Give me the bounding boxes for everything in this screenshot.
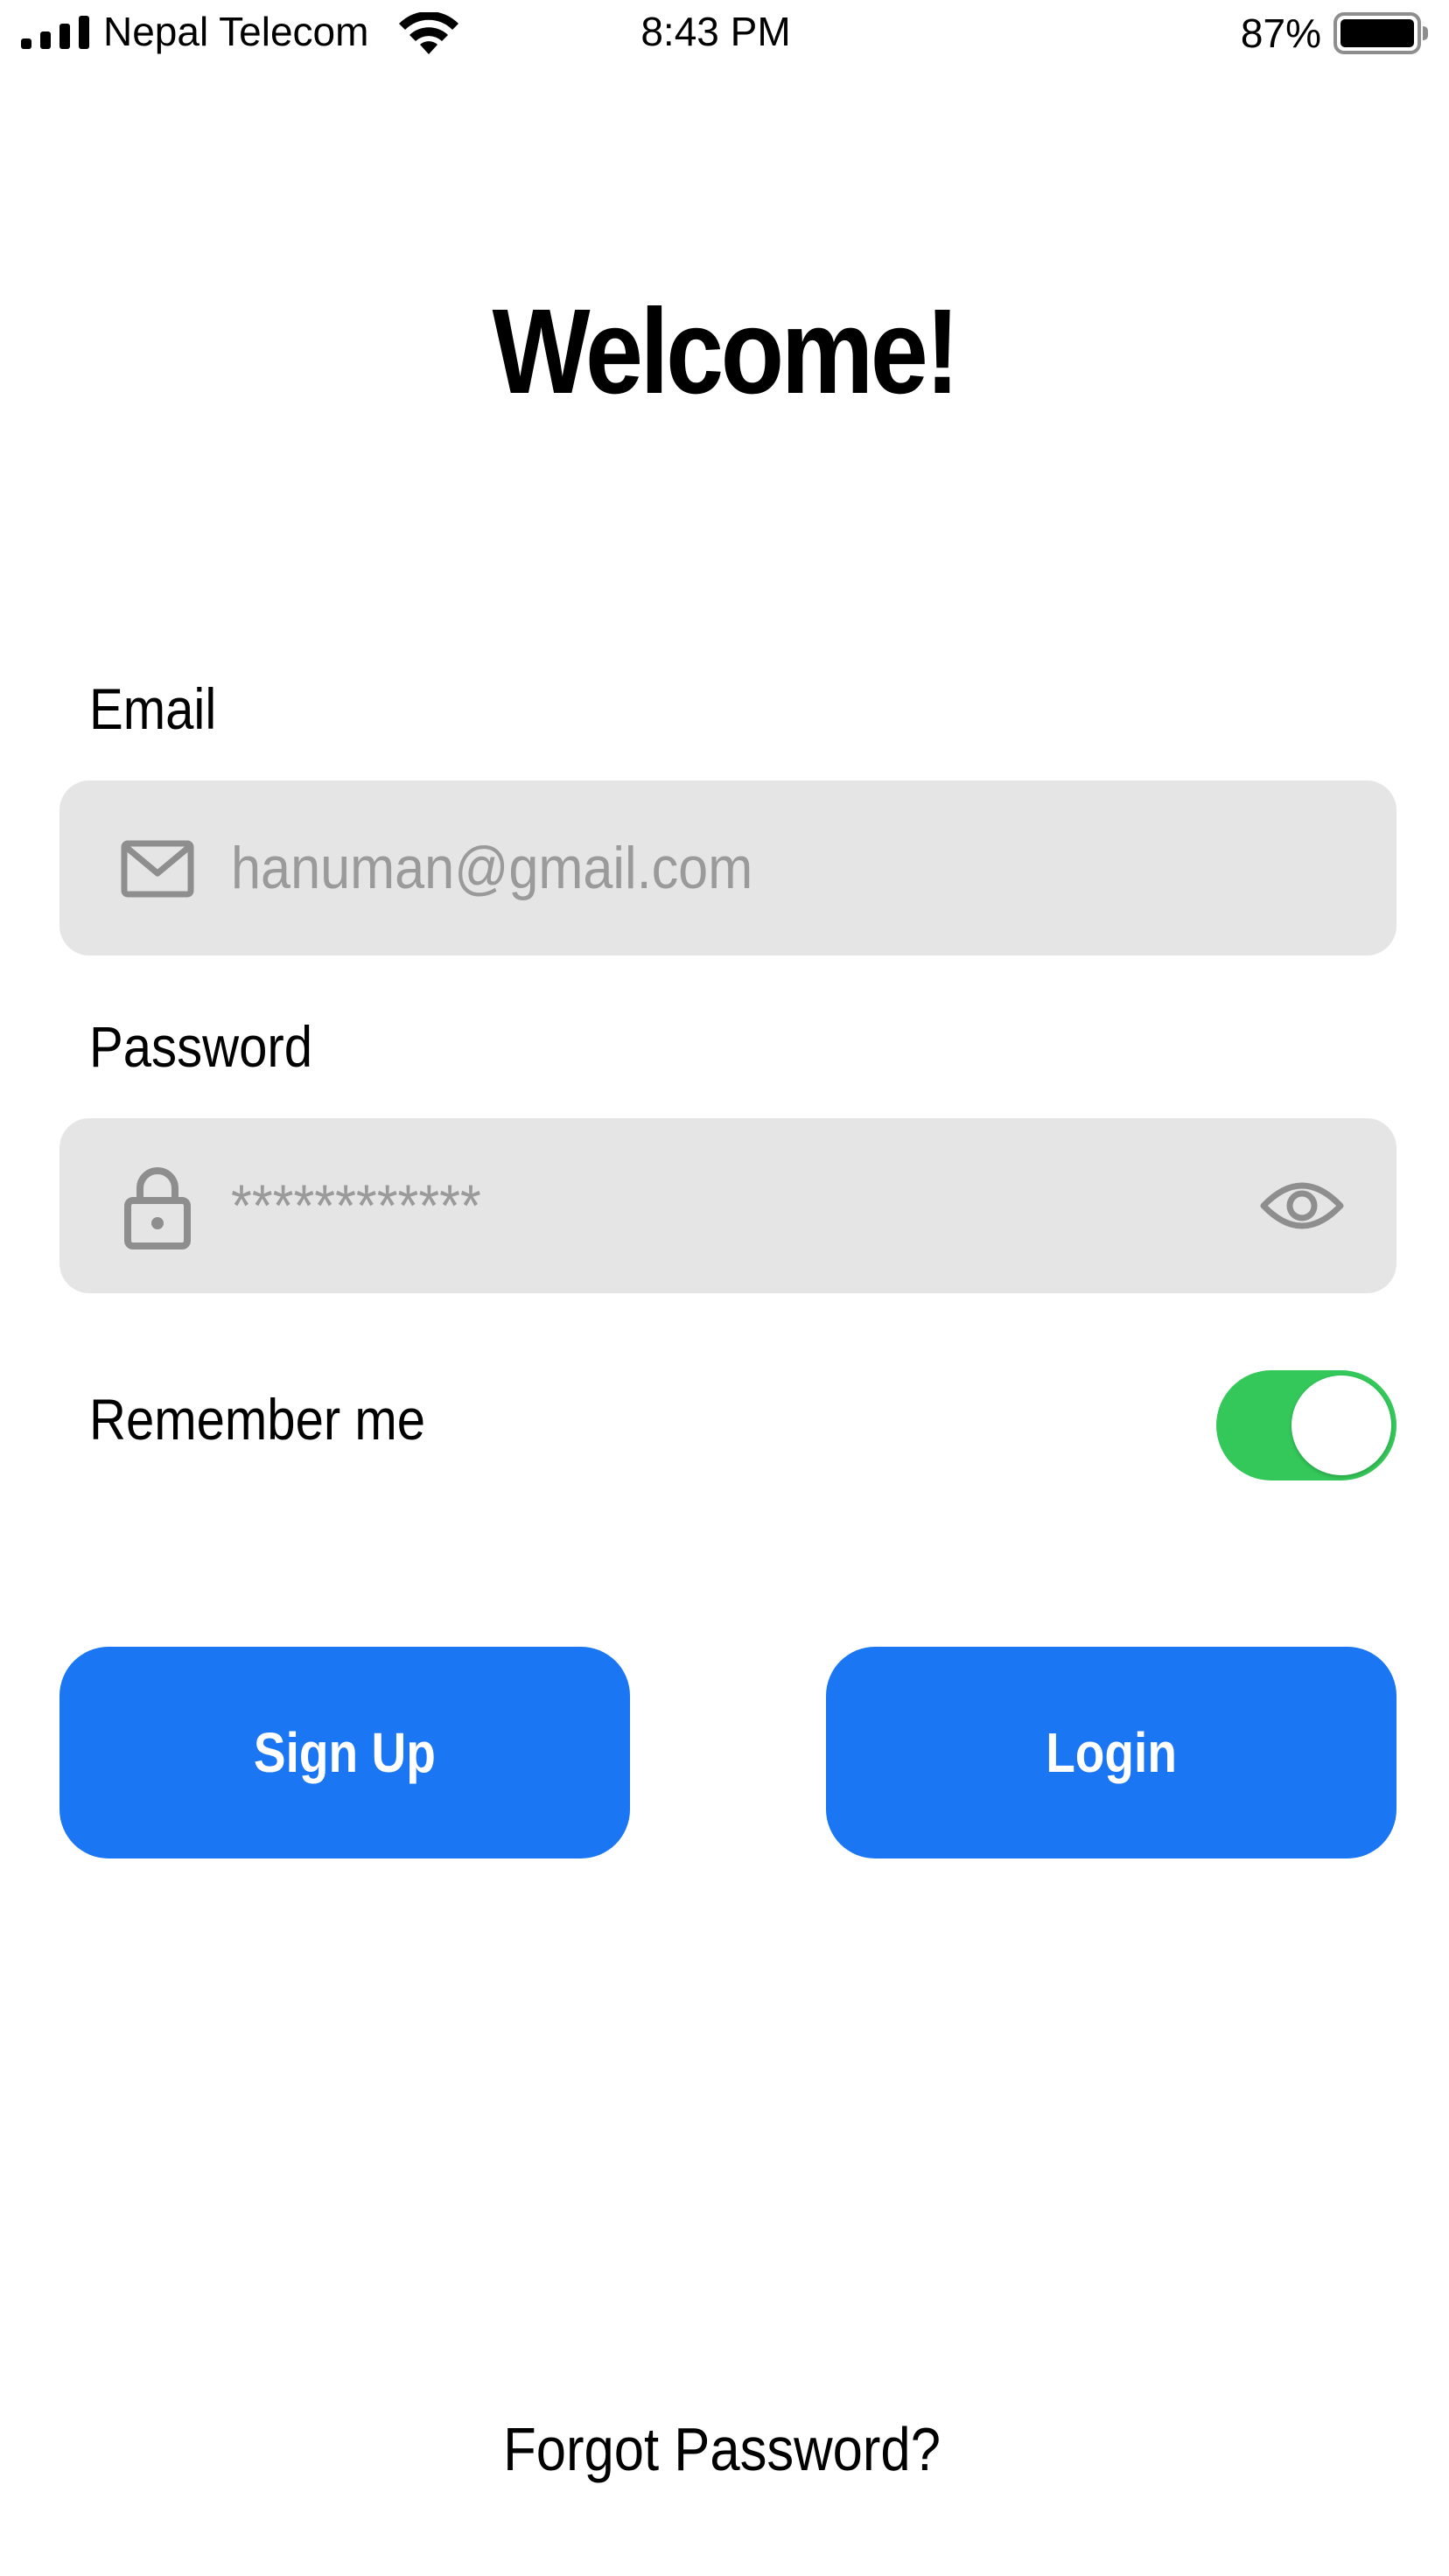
password-field-container[interactable]: ************: [60, 1118, 1396, 1293]
remember-me-label: Remember me: [89, 1387, 426, 1452]
login-label: Login: [1046, 1721, 1177, 1784]
eye-icon[interactable]: [1260, 1172, 1344, 1239]
lock-icon: [124, 1167, 191, 1250]
status-time: 8:43 PM: [640, 9, 791, 54]
password-field[interactable]: ************: [231, 1166, 1113, 1246]
sign-up-label: Sign Up: [254, 1721, 436, 1784]
password-label: Password: [89, 1014, 313, 1079]
email-label: Email: [89, 676, 217, 741]
page-title: Welcome!: [492, 284, 960, 419]
battery-icon: [1334, 12, 1428, 54]
forgot-password-link[interactable]: Forgot Password?: [0, 2410, 1449, 2488]
email-field[interactable]: [231, 828, 1113, 908]
sign-up-button[interactable]: Sign Up: [60, 1647, 630, 1858]
toggle-knob: [1292, 1376, 1391, 1475]
login-button[interactable]: Login: [826, 1647, 1396, 1858]
battery-percentage: 87%: [1240, 10, 1321, 56]
mail-icon: [121, 840, 194, 898]
forgot-password-label: Forgot Password?: [503, 2415, 941, 2483]
email-field-container[interactable]: [60, 780, 1396, 956]
status-bar: Nepal Telecom 8:43 PM 87%: [0, 0, 1449, 70]
remember-me-toggle[interactable]: [1216, 1370, 1396, 1480]
